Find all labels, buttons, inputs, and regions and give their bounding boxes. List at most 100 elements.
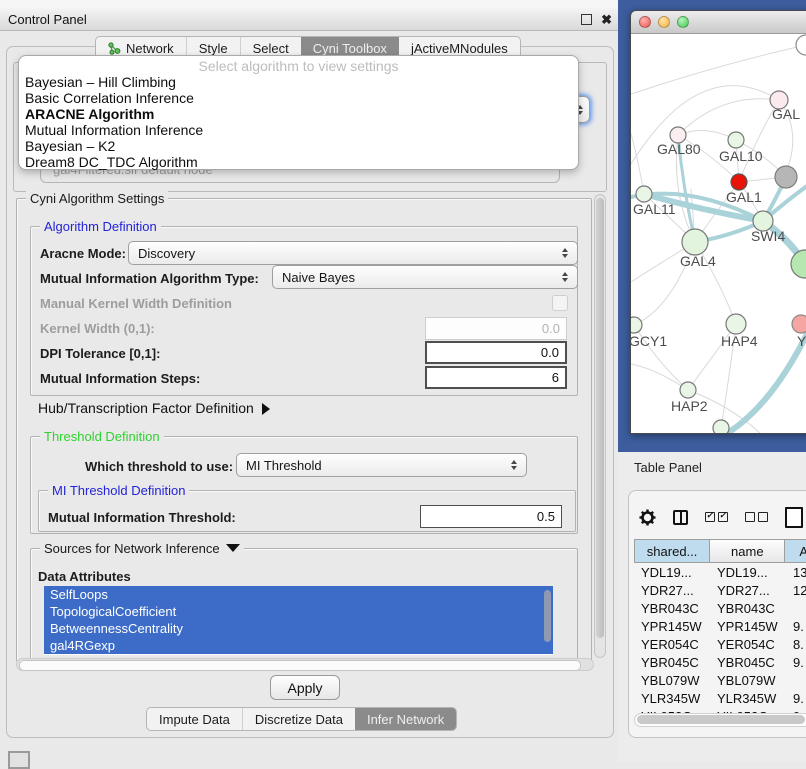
- table-cell: 12: [786, 583, 806, 598]
- table-cell: YBR043C: [710, 601, 786, 616]
- table-column-header[interactable]: name: [710, 540, 785, 562]
- list-scrollbar-thumb[interactable]: [544, 590, 551, 642]
- table-row[interactable]: YER054CYER054C8.: [634, 635, 806, 653]
- table-cell: 9.: [786, 691, 806, 706]
- scrollbar-thumb[interactable]: [596, 198, 604, 638]
- gear-icon[interactable]: [639, 509, 656, 526]
- algorithm-option[interactable]: Mutual Information Inference: [19, 122, 578, 138]
- network-edge[interactable]: [726, 334, 806, 434]
- network-edge[interactable]: [678, 99, 779, 135]
- manual-kernel-label: Manual Kernel Width Definition: [40, 296, 232, 311]
- table-row[interactable]: YBL079WYBL079W: [634, 671, 806, 689]
- mi-steps-field[interactable]: 6: [425, 366, 567, 389]
- settings-horizontal-scrollbar[interactable]: [16, 658, 594, 671]
- close-window-icon[interactable]: [639, 16, 651, 28]
- network-node-bottom-partial[interactable]: [713, 420, 729, 434]
- table-horizontal-scrollbar[interactable]: [634, 713, 806, 727]
- table-cell: YDR27...: [710, 583, 786, 598]
- network-edge[interactable]: [631, 134, 644, 194]
- expander-arrow-icon: [262, 403, 270, 415]
- network-node-HAP2[interactable]: [680, 382, 696, 398]
- tab-label: Impute Data: [159, 712, 230, 727]
- attr-items-holder: SelfLoopsTopologicalCoefficientBetweenne…: [44, 586, 553, 654]
- network-node-pink-right[interactable]: [792, 315, 806, 333]
- mi-steps-value: 6: [552, 370, 559, 385]
- select-all-checkboxes-icon[interactable]: [705, 512, 728, 522]
- network-graph: GALGAL80GAL10GAL1GAL11SWI4GAL4GCY1HAP4YH…: [631, 34, 806, 434]
- table-row[interactable]: YBR045CYBR045C9.: [634, 653, 806, 671]
- manual-kernel-checkbox[interactable]: [552, 295, 568, 311]
- table-row[interactable]: YBR043CYBR043C: [634, 599, 806, 617]
- column-view-icon[interactable]: [673, 510, 688, 525]
- algorithm-option[interactable]: Basic Correlation Inference: [19, 90, 578, 106]
- tab-label: jActiveMNodules: [411, 41, 508, 56]
- table-row[interactable]: YPR145WYPR145W9.: [634, 617, 806, 635]
- data-attribute-item[interactable]: gal4RGexp: [44, 637, 553, 654]
- network-node-big-green[interactable]: [791, 250, 806, 278]
- scrollbar-thumb[interactable]: [19, 660, 581, 671]
- network-node-GAL10[interactable]: [728, 132, 744, 148]
- tab-impute-data[interactable]: Impute Data: [147, 708, 242, 730]
- table-cell: YBL079W: [710, 673, 786, 688]
- aracne-mode-combo[interactable]: Discovery: [128, 241, 578, 265]
- network-edge[interactable]: [678, 131, 736, 140]
- network-canvas[interactable]: GALGAL80GAL10GAL1GAL11SWI4GAL4GCY1HAP4YH…: [631, 34, 806, 434]
- algorithm-option[interactable]: Dream8 DC_TDC Algorithm: [19, 154, 578, 170]
- node-label: GCY1: [631, 333, 667, 349]
- network-node-GAL4[interactable]: [682, 229, 708, 255]
- float-panel-icon[interactable]: [581, 14, 592, 25]
- scrollbar-thumb[interactable]: [637, 715, 805, 724]
- table-row[interactable]: YDR27...YDR27...12: [634, 581, 806, 599]
- settings-vertical-scrollbar[interactable]: [594, 194, 606, 658]
- tab-label: Network: [126, 41, 174, 56]
- close-panel-icon[interactable]: ✖: [601, 13, 612, 26]
- tab-label: Cyni Toolbox: [313, 41, 387, 56]
- node-label: Y: [797, 333, 806, 349]
- algorithm-option[interactable]: Bayesian – Hill Climbing: [19, 74, 578, 90]
- node-table[interactable]: shared...nameA YDL19...YDL19...13YDR27..…: [634, 539, 806, 717]
- bottom-tabbar: Impute Data Discretize Data Infer Networ…: [146, 707, 457, 731]
- algorithm-option[interactable]: ARACNE Algorithm: [19, 106, 578, 122]
- minimize-window-icon[interactable]: [658, 16, 670, 28]
- table-cell: 9.: [786, 655, 806, 670]
- node-label: GAL10: [719, 148, 763, 164]
- combo-spinner-icon: [502, 460, 517, 470]
- dpi-tolerance-field[interactable]: 0.0: [425, 341, 567, 364]
- mi-type-combo[interactable]: Naive Bayes: [272, 265, 578, 289]
- kernel-width-value: 0.0: [542, 321, 560, 336]
- table-row[interactable]: YDL19...YDL19...13: [634, 563, 806, 581]
- hub-definition-expander[interactable]: Hub/Transcription Factor Definition: [38, 400, 270, 416]
- table-panel-title: Table Panel: [634, 460, 702, 475]
- table-cell: YBR045C: [710, 655, 786, 670]
- tab-discretize-data[interactable]: Discretize Data: [242, 708, 355, 730]
- table-cell: YBR045C: [634, 655, 710, 670]
- network-node-HAP4[interactable]: [726, 314, 746, 334]
- network-edge[interactable]: [631, 364, 688, 390]
- deselect-all-checkboxes-icon[interactable]: [745, 512, 768, 522]
- apply-label: Apply: [287, 680, 322, 696]
- dock-panel-icon[interactable]: [8, 751, 30, 769]
- data-attributes-list[interactable]: SelfLoopsTopologicalCoefficientBetweenne…: [44, 586, 553, 655]
- tab-infer-network[interactable]: Infer Network: [355, 708, 456, 730]
- data-attribute-item[interactable]: BetweennessCentrality: [44, 620, 553, 637]
- zoom-window-icon[interactable]: [677, 16, 689, 28]
- network-node-GAL1[interactable]: [731, 174, 747, 190]
- algorithm-definition-title: Algorithm Definition: [40, 219, 161, 234]
- table-column-header[interactable]: A: [785, 540, 806, 562]
- table-column-header[interactable]: shared...: [635, 540, 710, 562]
- network-node-gray-node[interactable]: [775, 166, 797, 188]
- mi-threshold-field[interactable]: 0.5: [420, 505, 562, 528]
- data-attribute-item[interactable]: TopologicalCoefficient: [44, 603, 553, 620]
- network-node-top-partial[interactable]: [796, 35, 806, 55]
- data-attribute-item[interactable]: SelfLoops: [44, 586, 553, 603]
- network-node-GAL11[interactable]: [636, 186, 652, 202]
- table-row[interactable]: YLR345WYLR345W9.: [634, 689, 806, 707]
- network-window-titlebar[interactable]: [631, 11, 806, 34]
- which-threshold-combo[interactable]: MI Threshold: [236, 453, 527, 477]
- control-panel-titlebar: Control Panel ✖: [0, 8, 620, 31]
- kernel-width-field[interactable]: 0.0: [425, 317, 567, 340]
- document-icon[interactable]: [785, 507, 803, 528]
- apply-button[interactable]: Apply: [270, 675, 340, 700]
- network-node-GCY1[interactable]: [631, 317, 642, 333]
- algorithm-option[interactable]: Bayesian – K2: [19, 138, 578, 154]
